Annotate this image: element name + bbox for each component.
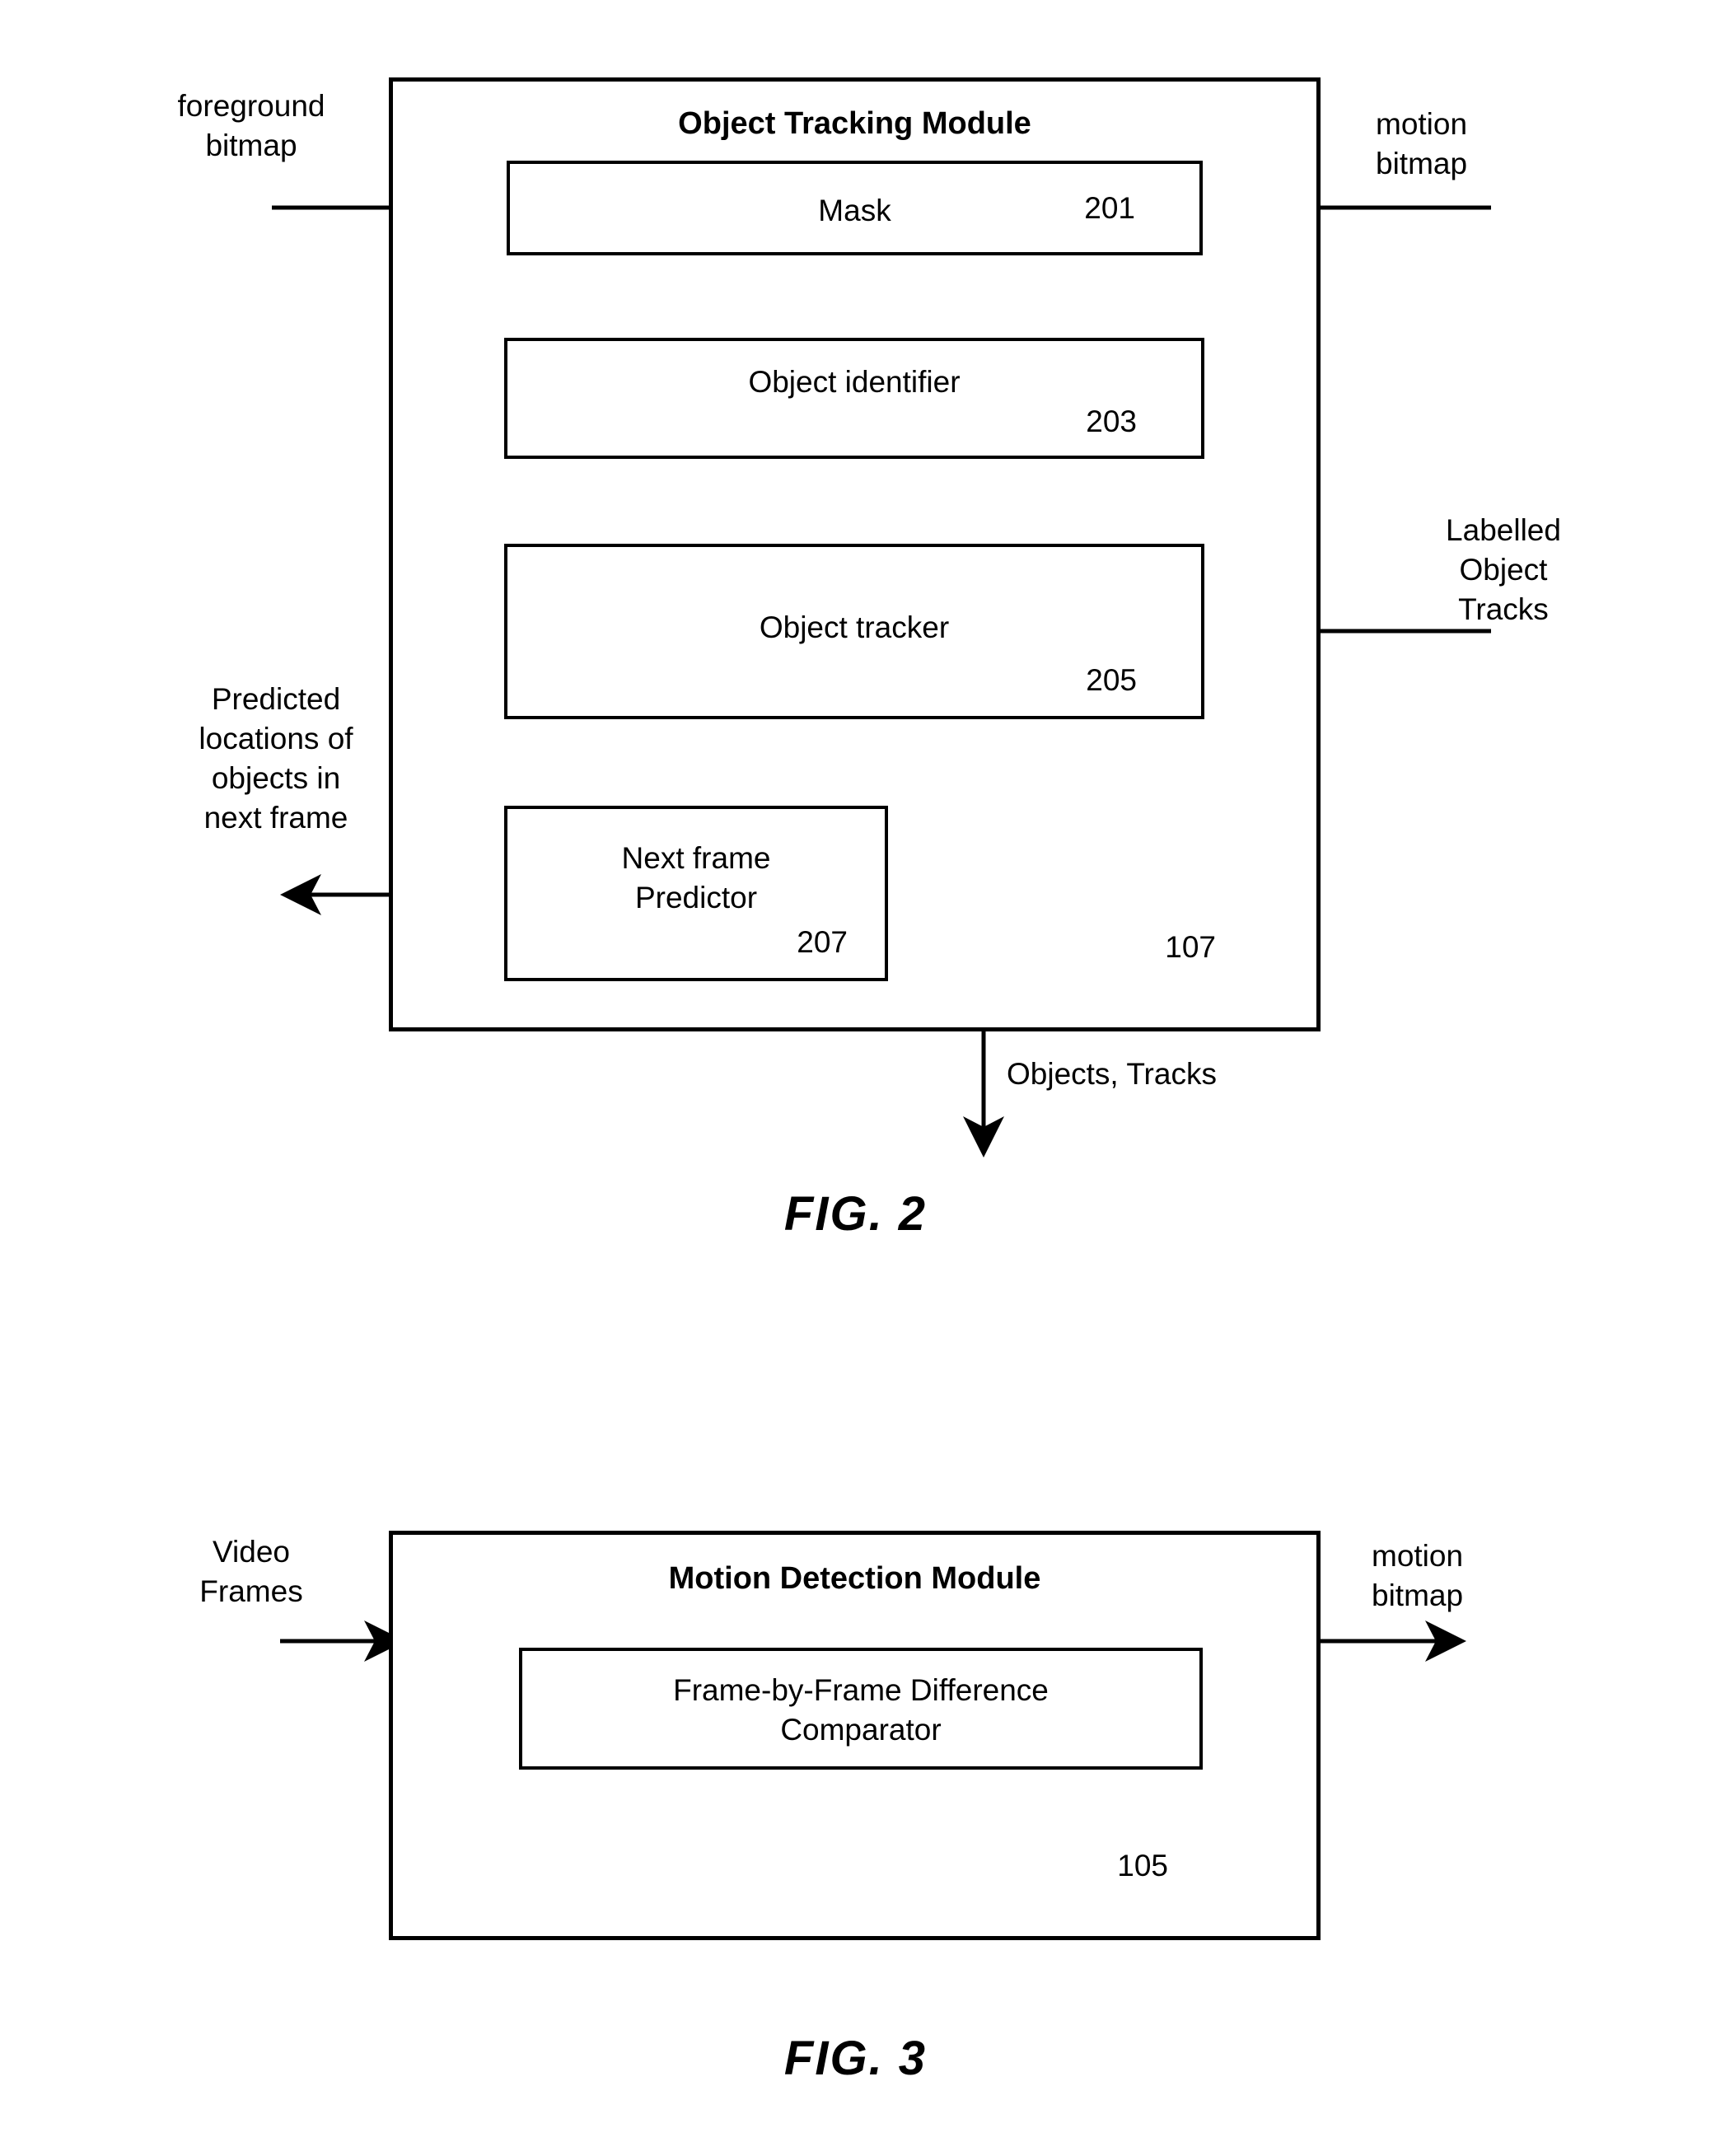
label-foreground-bitmap: foreground bitmap — [177, 89, 325, 163]
label-labelled-object-tracks: Labelled Object Tracks — [1446, 513, 1561, 627]
figure-3-caption: FIG. 3 — [783, 2032, 928, 2085]
object-tracker-block-label: Object tracker — [759, 610, 950, 644]
label-motion-bitmap-out: motion bitmap — [1372, 1539, 1464, 1613]
label-motion-bitmap-in: motion bitmap — [1376, 107, 1468, 181]
label-objects-tracks: Objects, Tracks — [1007, 1057, 1217, 1091]
frame-difference-comparator-block[interactable]: Frame-by-Frame Difference Comparator — [519, 1648, 1203, 1770]
next-frame-predictor-block[interactable]: Next frame Predictor 207 — [504, 806, 888, 981]
figure-2-caption: FIG. 2 — [783, 1187, 928, 1241]
mask-block[interactable]: Mask 201 — [507, 161, 1203, 255]
label-predicted-locations: Predicted locations of objects in next f… — [199, 682, 353, 835]
mask-block-ref: 201 — [1084, 191, 1135, 225]
object-identifier-block-ref: 203 — [1086, 405, 1137, 438]
label-video-frames: Video Frames — [199, 1535, 303, 1609]
object-tracker-block[interactable]: Object tracker 205 — [504, 544, 1204, 719]
object-tracking-module-ref: 107 — [1165, 930, 1216, 964]
frame-difference-comparator-label: Frame-by-Frame Difference Comparator — [673, 1673, 1049, 1747]
motion-detection-module-title: Motion Detection Module — [668, 1561, 1041, 1596]
object-identifier-block-label: Object identifier — [748, 365, 961, 399]
patent-figure-sheet: Object Tracking Module 107 Mask 201 Obje… — [0, 0, 1711, 2156]
object-tracker-block-ref: 205 — [1086, 663, 1137, 697]
motion-detection-module-ref: 105 — [1117, 1849, 1168, 1882]
object-identifier-block[interactable]: Object identifier 203 — [504, 338, 1204, 459]
next-frame-predictor-block-ref: 207 — [797, 925, 848, 959]
next-frame-predictor-block-label: Next frame Predictor — [621, 841, 771, 915]
object-tracking-module-title: Object Tracking Module — [678, 106, 1031, 141]
